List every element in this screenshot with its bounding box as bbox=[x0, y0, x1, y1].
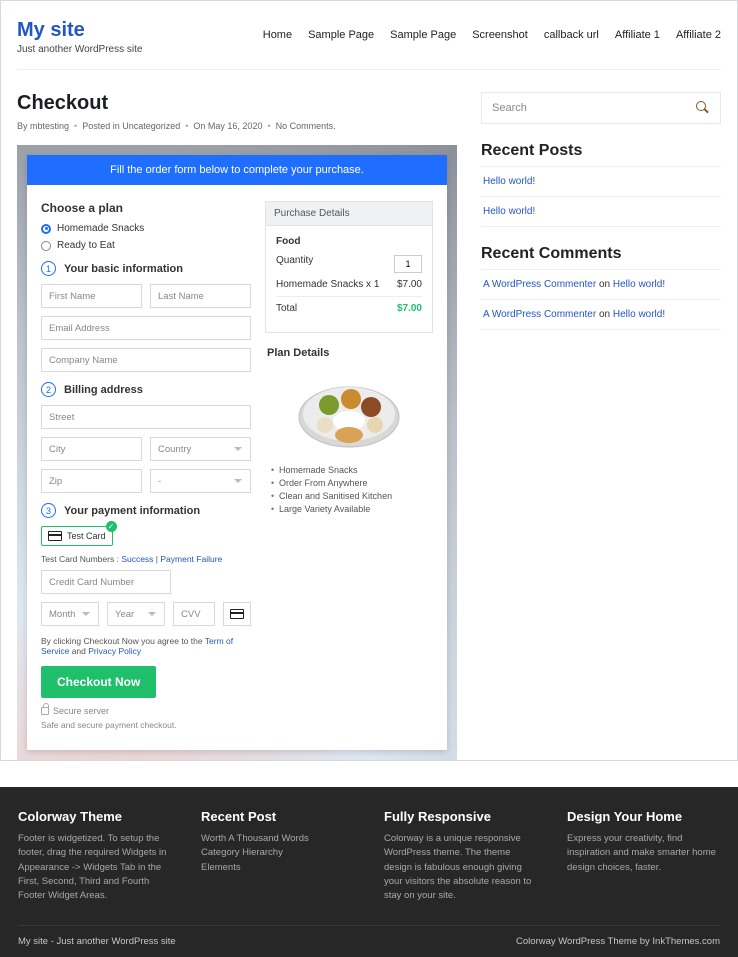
privacy-link[interactable]: Privacy Policy bbox=[88, 646, 141, 656]
nav-callback[interactable]: callback url bbox=[544, 29, 599, 41]
purchase-details-header: Purchase Details bbox=[265, 201, 433, 226]
cvv-hint-icon bbox=[223, 602, 251, 626]
search-icon[interactable] bbox=[696, 101, 710, 115]
street-input[interactable]: Street bbox=[41, 405, 251, 429]
quantity-input[interactable] bbox=[394, 255, 422, 273]
agree-text: By clicking Checkout Now you agree to th… bbox=[41, 636, 251, 656]
nav-affiliate2[interactable]: Affiliate 2 bbox=[676, 29, 721, 41]
plan-homemade[interactable]: Homemade Snacks bbox=[41, 223, 251, 234]
primary-nav: Home Sample Page Sample Page Screenshot … bbox=[263, 19, 721, 41]
comment-post-link[interactable]: Hello world! bbox=[613, 309, 665, 320]
company-input[interactable]: Company Name bbox=[41, 348, 251, 372]
choose-plan-label: Choose a plan bbox=[41, 201, 251, 215]
step-3-icon: 3 bbox=[41, 503, 56, 518]
failure-link[interactable]: Payment Failure bbox=[160, 554, 222, 564]
state-select[interactable]: - bbox=[150, 469, 251, 493]
site-title[interactable]: My site bbox=[17, 19, 142, 42]
plan-details-heading: Plan Details bbox=[267, 347, 433, 359]
test-card-numbers: Test Card Numbers : Success | Payment Fa… bbox=[41, 554, 251, 564]
search-box[interactable]: Search bbox=[481, 92, 721, 124]
radio-icon bbox=[41, 241, 51, 251]
footer-col1-heading: Colorway Theme bbox=[18, 809, 171, 824]
recent-comment: A WordPress Commenter on Hello world! bbox=[481, 270, 721, 300]
recent-comment: A WordPress Commenter on Hello world! bbox=[481, 300, 721, 330]
step-3-title: Your payment information bbox=[64, 505, 200, 517]
footer-col4-text: Express your creativity, find inspiratio… bbox=[567, 832, 720, 875]
checkout-banner: Fill the order form below to complete yo… bbox=[27, 155, 447, 185]
step-2-icon: 2 bbox=[41, 382, 56, 397]
line-item-price: $7.00 bbox=[397, 279, 422, 290]
nav-home[interactable]: Home bbox=[263, 29, 292, 41]
plan-bullets: Homemade Snacks Order From Anywhere Clea… bbox=[265, 465, 433, 514]
month-select[interactable]: Month bbox=[41, 602, 99, 626]
nav-affiliate1[interactable]: Affiliate 1 bbox=[615, 29, 660, 41]
recent-posts-heading: Recent Posts bbox=[481, 142, 721, 160]
step-2-title: Billing address bbox=[64, 384, 143, 396]
nav-sample1[interactable]: Sample Page bbox=[308, 29, 374, 41]
plan-image bbox=[289, 369, 409, 455]
recent-comments-heading: Recent Comments bbox=[481, 245, 721, 263]
checkout-button[interactable]: Checkout Now bbox=[41, 666, 156, 698]
total-label: Total bbox=[276, 303, 297, 314]
footer-site-info: My site - Just another WordPress site bbox=[18, 936, 176, 947]
search-placeholder: Search bbox=[492, 102, 527, 114]
cvv-input[interactable]: CVV bbox=[173, 602, 215, 626]
lock-icon bbox=[41, 707, 49, 715]
footer-theme-credit[interactable]: Colorway WordPress Theme by InkThemes.co… bbox=[516, 936, 720, 947]
quantity-label: Quantity bbox=[276, 255, 313, 273]
site-tagline: Just another WordPress site bbox=[17, 44, 142, 55]
comment-post-link[interactable]: Hello world! bbox=[613, 279, 665, 290]
zip-input[interactable]: Zip bbox=[41, 469, 142, 493]
footer-link[interactable]: Worth A Thousand Words bbox=[201, 832, 354, 846]
footer-col4-heading: Design Your Home bbox=[567, 809, 720, 824]
success-link[interactable]: Success bbox=[121, 554, 153, 564]
country-select[interactable]: Country bbox=[150, 437, 251, 461]
secure-server: Secure server bbox=[53, 706, 109, 716]
test-card-option[interactable]: Test Card bbox=[41, 526, 113, 546]
city-input[interactable]: City bbox=[41, 437, 142, 461]
recent-post-link[interactable]: Hello world! bbox=[483, 176, 535, 187]
nav-sample2[interactable]: Sample Page bbox=[390, 29, 456, 41]
line-item-label: Homemade Snacks x 1 bbox=[276, 279, 379, 290]
footer-link[interactable]: Category Hierarchy bbox=[201, 846, 354, 860]
secure-note: Safe and secure payment checkout. bbox=[41, 720, 251, 730]
footer-col3-text: Colorway is a unique responsive WordPres… bbox=[384, 832, 537, 903]
food-heading: Food bbox=[276, 236, 422, 247]
cc-number-input[interactable]: Credit Card Number bbox=[41, 570, 171, 594]
first-name-input[interactable]: First Name bbox=[41, 284, 142, 308]
email-input[interactable]: Email Address bbox=[41, 316, 251, 340]
commenter-link[interactable]: A WordPress Commenter bbox=[483, 279, 596, 290]
footer-col3-heading: Fully Responsive bbox=[384, 809, 537, 824]
page-title: Checkout bbox=[17, 92, 457, 115]
post-meta: By mbtestingPosted in UncategorizedOn Ma… bbox=[17, 121, 457, 131]
footer-col2-heading: Recent Post bbox=[201, 809, 354, 824]
plan-ready[interactable]: Ready to Eat bbox=[41, 240, 251, 251]
radio-icon bbox=[41, 224, 51, 234]
last-name-input[interactable]: Last Name bbox=[150, 284, 251, 308]
total-price: $7.00 bbox=[397, 303, 422, 314]
card-icon bbox=[48, 531, 62, 541]
step-1-title: Your basic information bbox=[64, 263, 183, 275]
recent-post-link[interactable]: Hello world! bbox=[483, 206, 535, 217]
step-1-icon: 1 bbox=[41, 261, 56, 276]
nav-screenshot[interactable]: Screenshot bbox=[472, 29, 528, 41]
commenter-link[interactable]: A WordPress Commenter bbox=[483, 309, 596, 320]
footer-col1-text: Footer is widgetized. To setup the foote… bbox=[18, 832, 171, 903]
year-select[interactable]: Year bbox=[107, 602, 165, 626]
